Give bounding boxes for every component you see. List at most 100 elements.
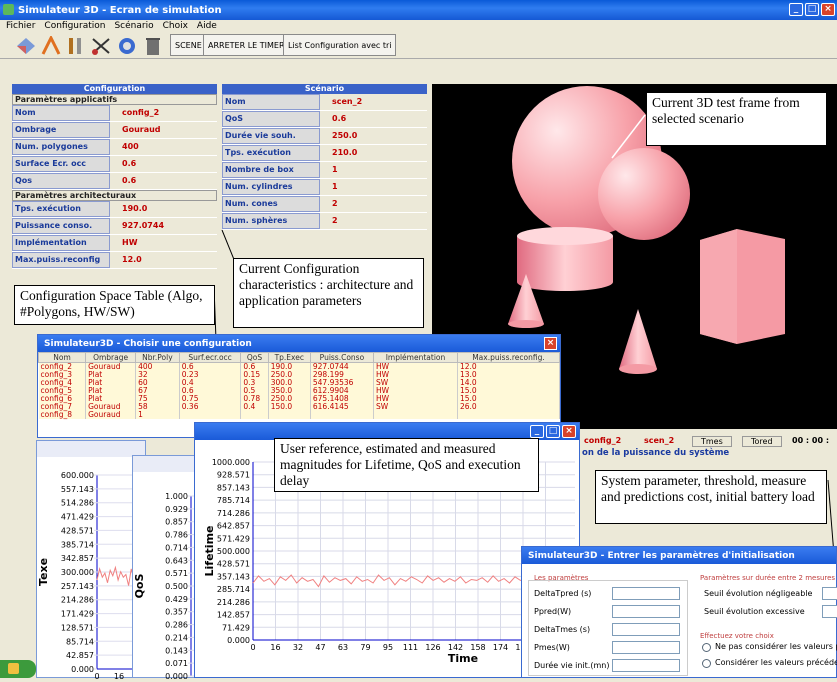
column-header[interactable]: Nbr.Poly (135, 352, 180, 363)
texe-ytick: 428.571 (61, 526, 94, 535)
status-tmes: Tmes (692, 436, 732, 447)
config-arch-value: 12.0 (110, 252, 217, 268)
qos-ytick: 0.786 (165, 531, 188, 540)
scenario-panel: Scénario Nom scen_2 QoS 0.6 Durée vie souh. 2… (222, 84, 427, 230)
config-arch-row: Max.puiss.reconfig 12.0 (12, 252, 217, 269)
close-icon[interactable]: × (821, 3, 835, 16)
table-row[interactable]: config_5 Plat 67 0.6 0.5 350.0 612.9904 HW 15.0 (38, 387, 561, 395)
scenario-key: Nom (222, 94, 320, 110)
annotation-frame: Current 3D test frame from selected scen… (646, 92, 827, 146)
draw-icon[interactable] (41, 34, 63, 56)
lifetime-xtick: 174 (493, 643, 508, 652)
tools-icon[interactable] (65, 36, 87, 56)
lifetime-ytick: 785.714 (217, 496, 250, 505)
security-icon[interactable] (116, 36, 138, 56)
qos-ytick: 0.500 (165, 582, 188, 591)
table-row[interactable]: config_3 Plat 32 0.23 0.15 250.0 298.199 HW 13.0 (38, 371, 561, 379)
lifetime-ytick: 642.857 (217, 522, 250, 531)
sphere-small (598, 148, 690, 240)
close-icon[interactable]: × (562, 425, 576, 438)
qos-ytick: 0.571 (165, 569, 188, 578)
lifetime-xtick: 111 (403, 643, 418, 652)
scenario-row: Tps. exécution 210.0 (222, 145, 427, 162)
column-header[interactable]: Tp.Exec (267, 352, 311, 363)
maximize-icon[interactable]: □ (805, 3, 819, 16)
threshold-input[interactable] (822, 605, 837, 618)
choice-legend: Effectuez votre choix (700, 632, 774, 640)
column-header[interactable]: Implémentation (372, 352, 458, 363)
annotation-system: System parameter, threshold, measure and… (595, 470, 827, 524)
status-strip: config_2 scen_2 Tmes Tored 00 : 00 : (582, 436, 837, 448)
lifetime-xtick: 126 (425, 643, 440, 652)
scene-button[interactable]: SCENE (170, 34, 207, 56)
list-config-button[interactable]: List Configuration avec tri (283, 34, 397, 56)
configuration-panel-title: Configuration (12, 84, 217, 94)
arch-params-section: Paramètres architecturaux (12, 190, 217, 201)
qos-ylabel: QoS (133, 574, 146, 599)
threshold-legend: Paramètres sur durée entre 2 mesures (Tm… (700, 574, 837, 582)
init-dialog-title: Simulateur3D - Entrer les paramètres d'i… (522, 547, 836, 564)
scissors-icon[interactable] (90, 36, 112, 56)
window-title: Simulateur 3D - Ecran de simulation (18, 4, 222, 16)
config-app-row: Num. polygones 400 (12, 139, 217, 156)
column-header[interactable]: QoS (240, 352, 269, 363)
annotation-user: User reference, estimated and measured m… (274, 438, 539, 492)
texe-ytick: 257.143 (61, 582, 94, 591)
lifetime-xtick: 95 (383, 643, 393, 652)
menu-aide[interactable]: Aide (197, 21, 217, 31)
table-cell: 26.0 (457, 403, 561, 411)
choice-radio[interactable] (702, 659, 711, 668)
config-arch-value: HW (110, 235, 217, 251)
lifetime-xtick: 0 (250, 643, 255, 652)
cube-icon[interactable] (15, 36, 37, 56)
init-field-input[interactable] (612, 641, 680, 654)
table-cell: 616.4145 (310, 403, 374, 411)
table-row[interactable]: config_2 Gouraud 400 0.6 0.6 190.0 927.0744 HW 1… (38, 362, 561, 371)
maximize-icon[interactable]: □ (546, 425, 560, 438)
column-header[interactable]: Puiss.Conso (309, 352, 374, 363)
scenario-value: 1 (320, 162, 427, 178)
status-config: config_2 (584, 436, 622, 445)
init-field-input[interactable] (612, 605, 680, 618)
init-field-input[interactable] (612, 587, 680, 600)
trash-icon[interactable] (145, 36, 161, 56)
scenario-value: 2 (320, 196, 427, 212)
status-time: 00 : 00 : (792, 436, 830, 445)
minimize-icon[interactable]: _ (789, 3, 803, 16)
minimize-icon[interactable]: _ (530, 425, 544, 438)
init-field-input[interactable] (612, 623, 680, 636)
texe-ytick: 42.857 (66, 651, 94, 660)
status-scen: scen_2 (644, 436, 675, 445)
menu-scenario[interactable]: Scénario (114, 21, 153, 31)
configuration-panel: Configuration Paramètres applicatifs Nom… (12, 84, 217, 269)
config-app-key: Surface Ecr. occ (12, 156, 110, 172)
scenario-row: QoS 0.6 (222, 111, 427, 128)
threshold-input[interactable] (822, 587, 837, 600)
scenario-row: Nom scen_2 (222, 94, 427, 111)
texe-ytick: 214.286 (61, 596, 94, 605)
column-header[interactable]: Max.puiss.reconfig. (456, 352, 561, 363)
stop-timer-button[interactable]: ARRETER LE TIMER (203, 34, 290, 56)
texe-chart-window: Texe 600.000 557.143 514.286 471.429 428.571 3… (36, 440, 148, 681)
init-field-input[interactable] (612, 659, 680, 672)
menu-choix[interactable]: Choix (163, 21, 188, 31)
menu-fichier[interactable]: Fichier (6, 21, 35, 31)
table-row[interactable]: config_4 Plat 60 0.4 0.3 300.0 547.93536 SW 14.0 (38, 379, 561, 387)
choice-radio[interactable] (702, 643, 711, 652)
power-label: on de la puissance du système (582, 448, 730, 458)
toolbar: SCENE ARRETER LE TIMER List Configuratio… (0, 33, 837, 59)
column-header[interactable]: Nom (37, 352, 87, 363)
column-header[interactable]: Surf.ecr.occ (178, 352, 242, 363)
config-arch-key: Puissance conso. (12, 218, 110, 234)
config-arch-row: Puissance conso. 927.0744 (12, 218, 217, 235)
menu-configuration[interactable]: Configuration (44, 21, 105, 31)
lifetime-xtick: 79 (360, 643, 370, 652)
qos-ytick: 0.429 (165, 595, 188, 604)
start-button[interactable] (0, 660, 36, 678)
close-icon[interactable]: × (544, 337, 557, 350)
table-row[interactable]: config_8 Gouraud 1 (38, 411, 561, 419)
texe-ytick: 600.000 (61, 471, 94, 480)
qos-ytick: 0.286 (165, 621, 188, 630)
column-header[interactable]: Ombrage (85, 352, 137, 363)
config-app-row: Ombrage Gouraud (12, 122, 217, 139)
